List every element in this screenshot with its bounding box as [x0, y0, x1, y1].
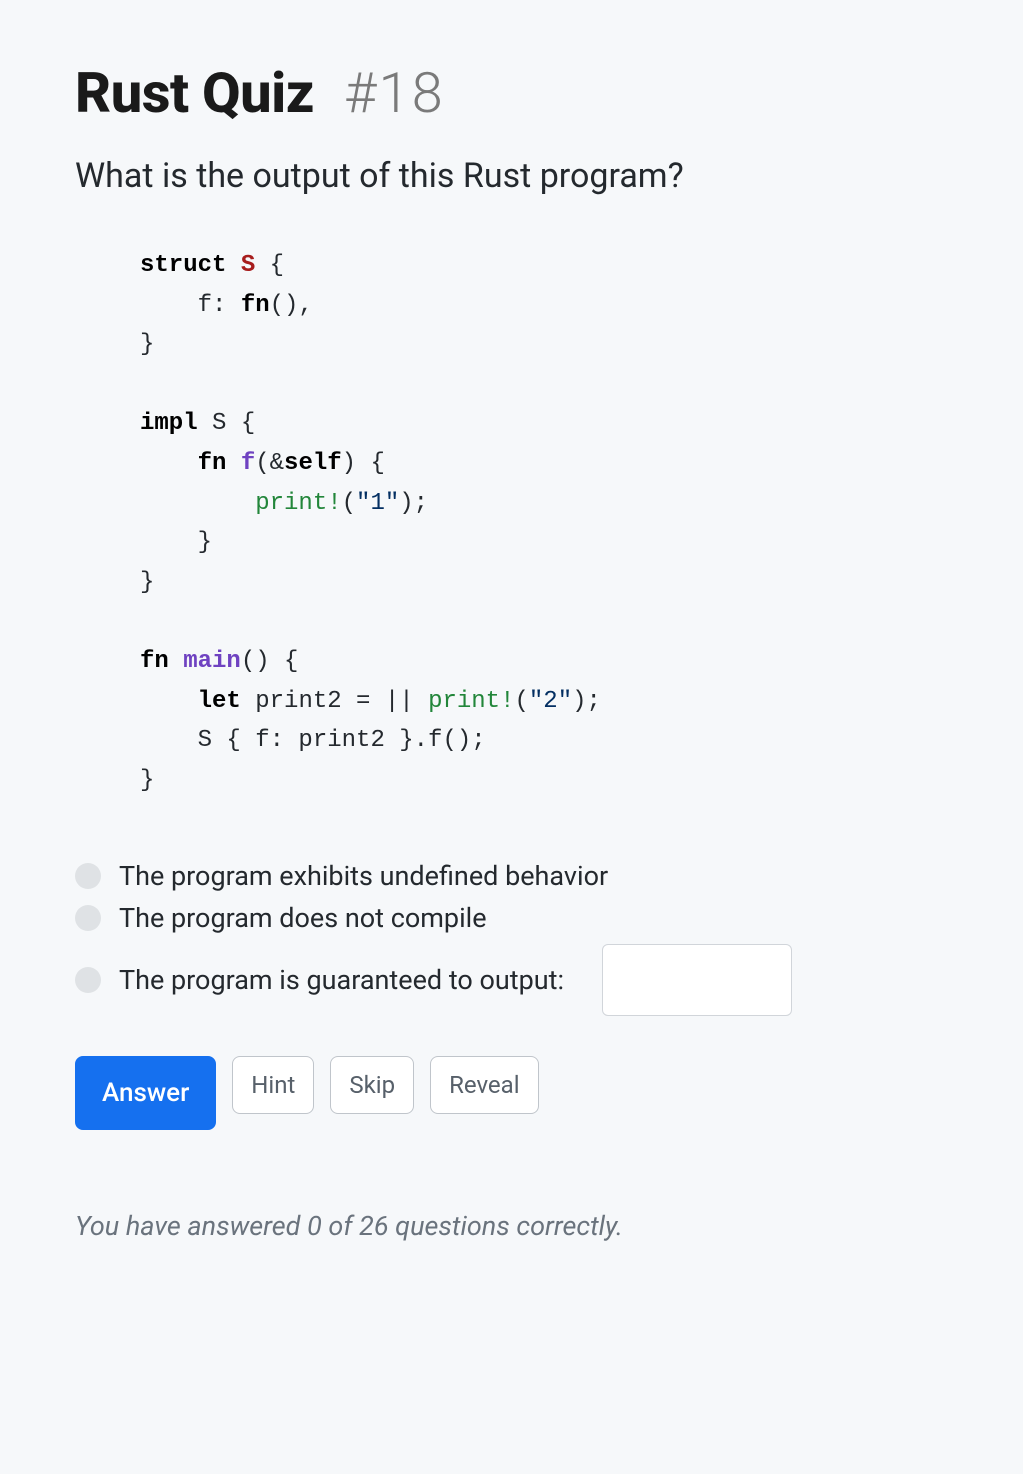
option-label: The program exhibits undefined behavior: [119, 860, 608, 892]
question-text: What is the output of this Rust program?: [75, 156, 948, 196]
option-row[interactable]: The program is guaranteed to output:: [75, 944, 948, 1016]
score-suffix: questions correctly.: [389, 1210, 623, 1242]
button-row: Answer Hint Skip Reveal: [75, 1056, 948, 1130]
skip-button[interactable]: Skip: [330, 1056, 414, 1114]
reveal-button[interactable]: Reveal: [430, 1056, 538, 1114]
option-row[interactable]: The program does not compile: [75, 902, 948, 934]
quiz-number: #18: [344, 60, 445, 126]
score-prefix: You have answered: [75, 1210, 307, 1242]
option-label: The program does not compile: [119, 902, 487, 934]
radio-icon[interactable]: [75, 967, 101, 993]
page-title-row: Rust Quiz #18: [75, 60, 948, 126]
option-row[interactable]: The program exhibits undefined behavior: [75, 860, 948, 892]
answer-options: The program exhibits undefined behavior T…: [75, 860, 948, 1016]
radio-icon[interactable]: [75, 863, 101, 889]
code-block: struct S { f: fn(), } impl S { fn f(&sel…: [140, 246, 908, 800]
answer-button[interactable]: Answer: [75, 1056, 216, 1130]
page-title: Rust Quiz: [75, 60, 314, 126]
option-label: The program is guaranteed to output:: [119, 964, 564, 996]
score-total: 26: [359, 1210, 388, 1242]
score-mid: of: [322, 1210, 359, 1242]
output-input[interactable]: [602, 944, 792, 1016]
hint-button[interactable]: Hint: [232, 1056, 314, 1114]
score-text: You have answered 0 of 26 questions corr…: [75, 1210, 948, 1242]
radio-icon[interactable]: [75, 905, 101, 931]
score-correct: 0: [307, 1210, 322, 1242]
